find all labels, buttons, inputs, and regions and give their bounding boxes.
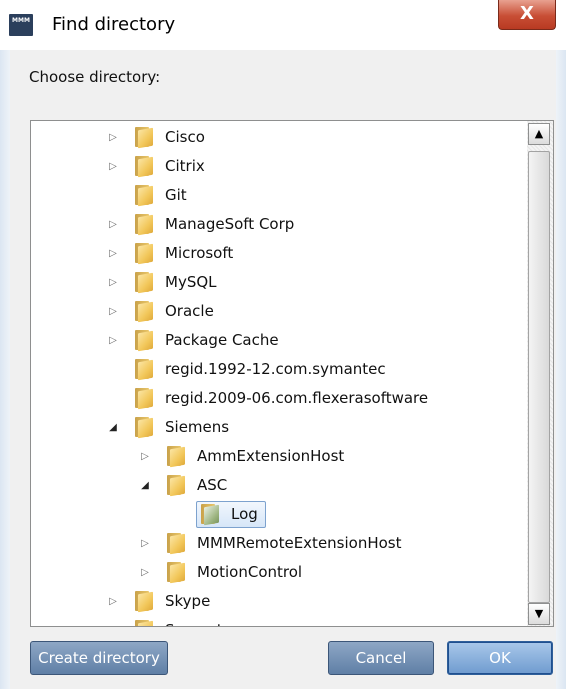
- folder-icon: [133, 272, 155, 294]
- tree-item[interactable]: ASC: [31, 471, 525, 500]
- directory-tree[interactable]: Cisco Citrix Git ManageSoft Corp Microsoft My…: [30, 120, 554, 627]
- tree-item[interactable]: Package Cache: [31, 326, 525, 355]
- expand-arrow-icon[interactable]: [107, 587, 119, 616]
- folder-icon: [133, 301, 155, 323]
- tree-item-label: regid.2009-06.com.flexerasoftware: [165, 389, 429, 407]
- tree-item-label: Symantec: [165, 616, 240, 626]
- folder-icon: [165, 475, 187, 497]
- create-directory-button[interactable]: Create directory: [30, 641, 168, 675]
- tree-item-label: ASC: [197, 476, 228, 494]
- cancel-button[interactable]: Cancel: [328, 641, 434, 675]
- tree-item-label: Cisco: [165, 128, 205, 146]
- window-frame-left: [0, 50, 10, 689]
- tree-item[interactable]: regid.1992-12.com.symantec: [31, 355, 525, 384]
- expand-arrow-icon[interactable]: [107, 210, 119, 239]
- folder-icon: [165, 562, 187, 584]
- expand-arrow-icon[interactable]: [107, 268, 119, 297]
- folder-icon: [133, 620, 155, 626]
- tree-item-label: MMMRemoteExtensionHost: [197, 534, 402, 552]
- window-title: Find directory: [52, 14, 176, 35]
- close-button[interactable]: X: [498, 0, 556, 30]
- tree-item[interactable]: ManageSoft Corp: [31, 210, 525, 239]
- tree-item-label: regid.1992-12.com.symantec: [165, 360, 386, 378]
- folder-icon: [133, 591, 155, 613]
- folder-icon: [133, 388, 155, 410]
- folder-icon: [133, 359, 155, 381]
- expand-arrow-icon[interactable]: [107, 297, 119, 326]
- folder-icon: [133, 330, 155, 352]
- tree-item[interactable]: Citrix: [31, 152, 525, 181]
- tree-item-label: Log: [231, 505, 258, 523]
- scroll-thumb[interactable]: [528, 151, 550, 603]
- tree-item-label: Microsoft: [165, 244, 234, 262]
- tree-item[interactable]: Symantec: [31, 616, 525, 626]
- tree-item[interactable]: AmmExtensionHost: [31, 442, 525, 471]
- expand-arrow-icon[interactable]: [107, 123, 119, 152]
- tree-item-label: ManageSoft Corp: [165, 215, 295, 233]
- tree-item[interactable]: MySQL: [31, 268, 525, 297]
- expand-arrow-icon[interactable]: [139, 442, 151, 471]
- folder-icon: [133, 127, 155, 149]
- folder-icon: [133, 417, 155, 439]
- expand-arrow-icon[interactable]: [107, 326, 119, 355]
- folder-icon: [133, 214, 155, 236]
- tree-item[interactable]: Log: [31, 500, 525, 529]
- tree-item[interactable]: MotionControl: [31, 558, 525, 587]
- title-bar: MMM Find directory X: [0, 0, 566, 50]
- tree-item[interactable]: Git: [31, 181, 525, 210]
- tree-item-label: Citrix: [165, 157, 205, 175]
- expand-arrow-icon[interactable]: [107, 152, 119, 181]
- tree-item[interactable]: Microsoft: [31, 239, 525, 268]
- choose-directory-label: Choose directory:: [29, 68, 161, 86]
- folder-icon: [165, 533, 187, 555]
- tree-item-label: Package Cache: [165, 331, 279, 349]
- collapse-arrow-icon[interactable]: [139, 471, 151, 500]
- vertical-scrollbar[interactable]: ▲ ▼: [527, 121, 553, 626]
- tree-item[interactable]: Oracle: [31, 297, 525, 326]
- ok-button[interactable]: OK: [447, 641, 553, 675]
- expand-arrow-icon[interactable]: [139, 558, 151, 587]
- tree-item-label: Siemens: [165, 418, 230, 436]
- scroll-down-button[interactable]: ▼: [528, 603, 550, 625]
- expand-arrow-icon[interactable]: [107, 239, 119, 268]
- tree-item[interactable]: Cisco: [31, 123, 525, 152]
- tree-item-label: Oracle: [165, 302, 214, 320]
- folder-icon: [133, 185, 155, 207]
- window-frame-right: [556, 50, 566, 689]
- tree-item[interactable]: Siemens: [31, 413, 525, 442]
- tree-item[interactable]: MMMRemoteExtensionHost: [31, 529, 525, 558]
- tree-item[interactable]: Skype: [31, 587, 525, 616]
- scroll-up-button[interactable]: ▲: [528, 123, 550, 145]
- expand-arrow-icon[interactable]: [139, 529, 151, 558]
- folder-icon: [165, 446, 187, 468]
- folder-icon: [133, 243, 155, 265]
- expand-arrow-icon[interactable]: [107, 616, 119, 626]
- tree-item-label: Skype: [165, 592, 211, 610]
- tree-item-label: Git: [165, 186, 187, 204]
- tree-item[interactable]: regid.2009-06.com.flexerasoftware: [31, 384, 525, 413]
- folder-open-icon: [199, 504, 221, 526]
- folder-icon: [133, 156, 155, 178]
- tree-item-label: MySQL: [165, 273, 217, 291]
- dialog-body: Choose directory: Cisco Citrix Git ManageSo…: [10, 50, 556, 689]
- tree-item-label: AmmExtensionHost: [197, 447, 345, 465]
- app-icon: MMM: [9, 14, 33, 36]
- collapse-arrow-icon[interactable]: [107, 413, 119, 442]
- tree-item-label: MotionControl: [197, 563, 303, 581]
